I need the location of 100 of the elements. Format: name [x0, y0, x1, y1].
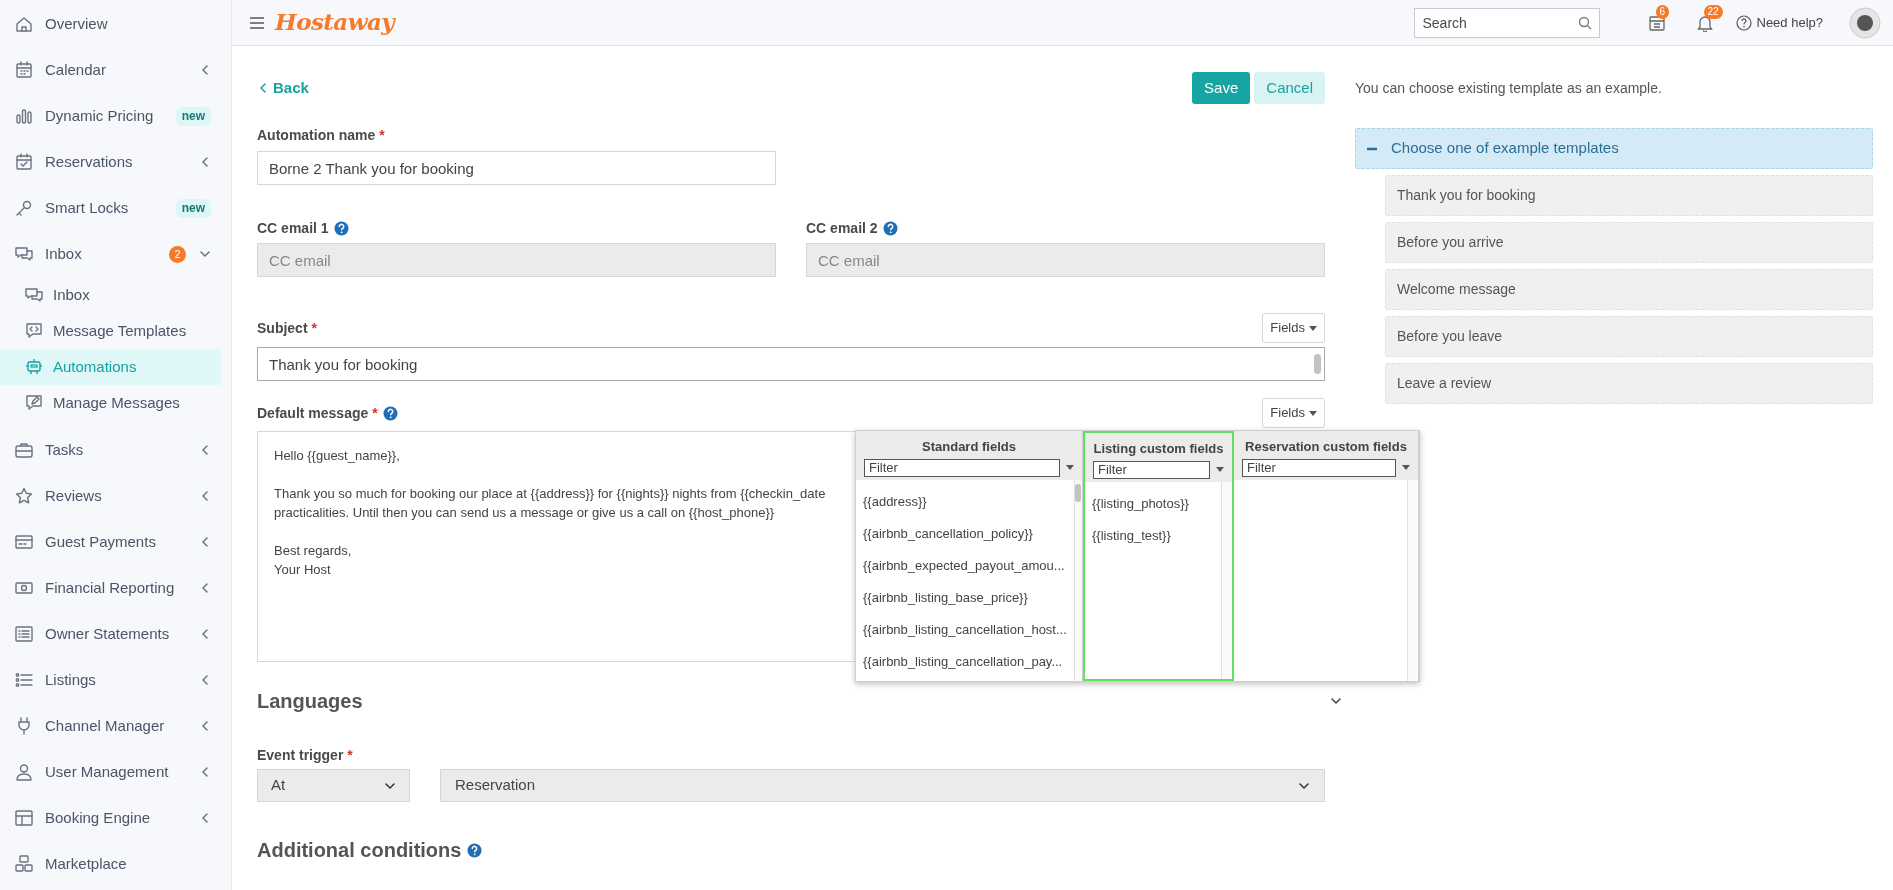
chevron-left-icon	[257, 82, 269, 94]
sidebar-label: Inbox	[45, 243, 83, 264]
message-line: Hello {{guest_name}},	[274, 447, 400, 465]
scrollbar-thumb	[1314, 354, 1321, 374]
field-column[interactable]: Reservation custom fields Filter	[1234, 431, 1419, 681]
key-icon	[14, 198, 34, 218]
message-line: Thank you so much for booking our place at {{address}} for {{nights}} nights from {{checkin_date	[274, 485, 826, 503]
template-item[interactable]: Thank you for booking	[1385, 175, 1873, 216]
text-input[interactable]: Borne 2 Thank you for booking	[257, 151, 776, 185]
home-icon	[14, 14, 34, 34]
menu-icon	[250, 16, 264, 29]
sidebar-label: Tasks	[45, 439, 85, 460]
sidebar-subitem[interactable]: Manage Messages	[0, 385, 221, 421]
sidebar-item[interactable]: Inbox 2	[0, 231, 231, 277]
sidebar-label: Dynamic Pricing	[45, 105, 155, 126]
languages-section[interactable]: Languages	[257, 688, 1342, 714]
template-item[interactable]: Welcome message	[1385, 269, 1873, 310]
filter-field[interactable]: Filter	[864, 458, 1060, 477]
message-line: Your Host	[274, 561, 331, 579]
accordion-header[interactable]: Choose one of example templates	[1355, 128, 1873, 169]
dropdown-caret-icon	[1066, 465, 1074, 470]
sidebar-item[interactable]: Calendar	[0, 47, 231, 93]
field-option[interactable]: {{address}}	[856, 486, 1074, 518]
sidebar-label: Inbox	[53, 284, 90, 305]
robot-icon	[24, 357, 44, 377]
sidebar-subitem[interactable]: Message Templates	[0, 313, 221, 349]
count-badge: 2	[169, 245, 186, 263]
new-badge: new	[175, 198, 211, 218]
bar-chart-icon	[14, 106, 34, 126]
field-option[interactable]: {{listing_test}}	[1085, 520, 1221, 552]
search-field[interactable]: Search	[1413, 7, 1600, 38]
dropdown-caret-icon	[1216, 467, 1224, 472]
sidebar-item[interactable]: Booking Engine	[0, 795, 231, 841]
notification-badge: 22	[1703, 4, 1723, 19]
sidebar-label: Calendar	[45, 59, 107, 80]
required-mark: *	[372, 403, 378, 423]
text-input[interactable]: Thank you for booking	[257, 347, 1325, 381]
field-column[interactable]: Listing custom fields Filter {{listing_photos}} {{listing_test}}	[1083, 431, 1234, 681]
sidebar-item[interactable]: Overview	[0, 1, 231, 47]
column-title: Reservation custom fields	[1244, 438, 1408, 456]
sidebar-item[interactable]: Financial Reporting	[0, 565, 231, 611]
field-option[interactable]: {{listing_photos}}	[1085, 488, 1221, 520]
calendar-icon	[14, 60, 34, 80]
message-line: practicalities. Until then you can send us a message or give us a call on {{host_phone}}	[274, 504, 775, 522]
sidebar-item[interactable]: Smart Locks new	[0, 185, 231, 231]
sidebar-item[interactable]: Channel Manager	[0, 703, 231, 749]
sidebar-label: Booking Engine	[45, 807, 152, 828]
field-option[interactable]: {{airbnb_listing_base_price}}	[856, 582, 1074, 614]
sidebar-item[interactable]: Marketplace	[0, 841, 231, 887]
credit-card-icon	[14, 532, 34, 552]
briefcase-icon	[14, 440, 34, 460]
select-field[interactable]: At	[257, 769, 410, 802]
select-field[interactable]: Reservation	[440, 769, 1325, 802]
template-item[interactable]: Before you arrive	[1385, 222, 1873, 263]
chat-icon	[24, 285, 44, 305]
sidebar-subitem[interactable]: Inbox	[0, 277, 221, 313]
list-icon	[14, 670, 34, 690]
field-label: Subject	[257, 318, 308, 338]
field-column[interactable]	[856, 431, 1083, 681]
calendar-icon	[1647, 13, 1666, 32]
caret-icon	[1309, 410, 1317, 416]
sidebar-label: Guest Payments	[45, 531, 157, 552]
chat-icon	[14, 244, 34, 264]
sidebar-item[interactable]: Listings	[0, 657, 231, 703]
field-option[interactable]: {{airbnb_expected_payout_amou...	[856, 550, 1074, 582]
message-line: Best regards,	[274, 542, 352, 560]
search-icon	[1577, 15, 1592, 30]
field-option[interactable]: {{airbnb_listing_cancellation_pay...	[856, 646, 1074, 678]
sidebar-label: Reservations	[45, 151, 134, 172]
sidebar-label: Automations	[53, 356, 137, 377]
sidebar-label: Marketplace	[45, 853, 128, 874]
sidebar-label: Financial Reporting	[45, 577, 176, 598]
help-link[interactable]: Need help?	[1735, 12, 1823, 33]
sidebar-item[interactable]: Owner Statements	[0, 611, 231, 657]
filter-field[interactable]: Filter	[1093, 460, 1210, 479]
column-title: Standard fields	[921, 438, 1017, 456]
avatar-icon	[1849, 6, 1881, 39]
boxes-icon	[14, 854, 34, 874]
sidebar-label: Manage Messages	[53, 392, 180, 413]
sidebar-item[interactable]: Reservations	[0, 139, 231, 185]
scrollbar-thumb	[1075, 484, 1082, 502]
template-item[interactable]: Before you leave	[1385, 316, 1873, 357]
sidebar-item[interactable]: Dynamic Pricing new	[0, 93, 231, 139]
sidebar-label: Owner Statements	[45, 623, 171, 644]
required-mark: *	[311, 318, 318, 338]
sidebar-label: Smart Locks	[45, 197, 130, 218]
sidebar-item[interactable]: Tasks	[0, 427, 231, 473]
new-badge: new	[175, 106, 211, 126]
field-label: Automation name	[257, 126, 376, 145]
field-option[interactable]: {{airbnb_listing_cancellation_host...	[856, 614, 1074, 646]
template-item[interactable]: Leave a review	[1385, 363, 1873, 404]
filter-field[interactable]: Filter	[1242, 458, 1396, 477]
sidebar-item[interactable]: Reviews	[0, 473, 231, 519]
field-option[interactable]: {{airbnb_cancellation_policy}}	[856, 518, 1074, 550]
fields-button[interactable]: Fields	[1262, 313, 1325, 343]
sidebar-item[interactable]: User Management	[0, 749, 231, 795]
dropdown-caret-icon	[1402, 465, 1410, 470]
required-mark: *	[347, 745, 353, 765]
fields-button[interactable]: Fields	[1262, 398, 1325, 428]
sidebar-item[interactable]: Guest Payments	[0, 519, 231, 565]
